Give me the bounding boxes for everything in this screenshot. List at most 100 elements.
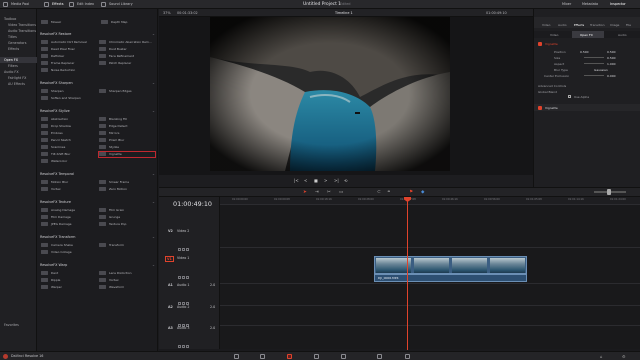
- use-alpha-checkbox[interactable]: [568, 95, 571, 98]
- fx-item[interactable]: Drop Shadow: [41, 124, 97, 129]
- fx-item[interactable]: Waveform: [99, 285, 155, 290]
- track-name-a3[interactable]: Audio 3: [177, 326, 190, 330]
- cut-page-icon[interactable]: [260, 354, 265, 359]
- playhead[interactable]: [407, 200, 408, 350]
- edit-index-button[interactable]: Edit Index: [77, 1, 94, 8]
- fx-item[interactable]: Prism Blur: [99, 138, 155, 143]
- track-controls-a2[interactable]: [178, 312, 192, 327]
- fx-section-title[interactable]: ResolveFX Temporal: [40, 172, 74, 176]
- track-controls-v2[interactable]: [178, 236, 192, 251]
- fx-item[interactable]: Analog Damage: [41, 208, 97, 213]
- fusion-page-icon[interactable]: [314, 354, 319, 359]
- track-code-v1[interactable]: V1: [165, 256, 174, 262]
- sound-library-button[interactable]: Sound Library: [109, 1, 133, 8]
- param-value-y[interactable]: 0.500: [607, 50, 616, 54]
- tree-item-audio-fx[interactable]: Audio FX: [4, 70, 19, 74]
- fx-item[interactable]: Sharpen Edges: [99, 89, 155, 94]
- tree-item-filters[interactable]: Filters: [8, 64, 18, 68]
- fx-item[interactable]: Mosaic: [41, 20, 61, 25]
- loop-button[interactable]: ⟲: [344, 178, 347, 183]
- inspector-tab-image[interactable]: Image: [610, 23, 619, 27]
- param-value[interactable]: 1.000: [607, 62, 616, 66]
- chevron-down-icon[interactable]: ⌄: [152, 235, 155, 239]
- tree-item-audio-transitions[interactable]: Audio Transitions: [8, 29, 36, 33]
- fx-section-title[interactable]: ResolveFX Transform: [40, 235, 75, 239]
- chevron-down-icon[interactable]: ⌄: [152, 200, 155, 204]
- fx-item[interactable]: Watercolor: [41, 159, 97, 164]
- fx-item[interactable]: Video Collage: [41, 250, 97, 255]
- color-page-icon[interactable]: [341, 354, 346, 359]
- tree-item-au-effects[interactable]: AU Effects: [8, 82, 25, 86]
- fx-item[interactable]: Dead Pixel Fixer: [41, 47, 97, 52]
- inspector-tab-video[interactable]: Video: [542, 23, 550, 27]
- tree-item-open-fx[interactable]: Open FX: [4, 58, 18, 62]
- fx-item[interactable]: Blanking Fill: [99, 117, 155, 122]
- metadata-button[interactable]: Metadata: [582, 1, 598, 8]
- fx-item[interactable]: Face Refinement: [99, 54, 155, 59]
- inspector-tab-file[interactable]: File: [626, 23, 631, 27]
- fx-item[interactable]: JPEG Damage: [41, 222, 97, 227]
- fx-item[interactable]: Sharpen: [41, 89, 97, 94]
- fx-item[interactable]: Tilt-Shift Blur: [41, 152, 97, 157]
- tree-item-fairlight-fx[interactable]: Fairlight FX: [8, 76, 26, 80]
- fx-item[interactable]: Noise Reduction: [41, 68, 97, 73]
- track-name-a2[interactable]: Audio 2: [177, 305, 190, 309]
- media-pool-icon[interactable]: [3, 2, 8, 7]
- fx-item[interactable]: Vignette: [98, 151, 156, 158]
- fx-item[interactable]: Transform: [99, 243, 155, 248]
- fx-item[interactable]: Motion Blur: [41, 180, 97, 185]
- edit-page-icon[interactable]: [287, 354, 292, 359]
- inspector-tab-transition[interactable]: Transition: [590, 23, 605, 27]
- fx-item[interactable]: Patch Replacer: [99, 61, 155, 66]
- track-name-a1[interactable]: Audio 1: [177, 283, 190, 287]
- fx-item[interactable]: Depth Map: [101, 20, 127, 25]
- mixer-button[interactable]: Mixer: [562, 1, 571, 8]
- effects-button[interactable]: Effects: [52, 1, 64, 8]
- fx-section-title[interactable]: ResolveFX Sharpen: [40, 81, 73, 85]
- zoom-slider-handle[interactable]: [607, 189, 611, 195]
- fx-item[interactable]: Dust Buster: [99, 47, 155, 52]
- fx-item[interactable]: Soften and Sharpen: [41, 96, 97, 101]
- chevron-down-icon[interactable]: ⌄: [152, 109, 155, 113]
- stop-button[interactable]: ■: [314, 178, 318, 183]
- last-frame-button[interactable]: >|: [334, 178, 339, 183]
- timeline-ruler[interactable]: 01:00:00:00 01:00:09:08 01:00:18:16 01:00:2…: [220, 197, 640, 205]
- fx-item[interactable]: Grunge: [99, 215, 155, 220]
- insert-clip-icon[interactable]: ▭: [339, 190, 343, 195]
- chevron-down-icon[interactable]: ⌄: [152, 172, 155, 176]
- deliver-page-icon[interactable]: [405, 354, 410, 359]
- fx-item[interactable]: Zero Motion: [99, 187, 155, 192]
- inspector-subtab-video[interactable]: Video: [550, 33, 558, 37]
- fx-item[interactable]: Deflicker: [41, 54, 97, 59]
- fx-item[interactable]: Automatic Dirt Removal: [41, 40, 97, 45]
- video-clip[interactable]: [374, 256, 527, 274]
- fx-item[interactable]: Lens Distortion: [99, 271, 155, 276]
- fx-item[interactable]: Frame Replacer: [41, 61, 97, 66]
- effect-group-title[interactable]: Vignette: [545, 42, 558, 46]
- edit-index-icon[interactable]: [69, 2, 74, 7]
- chevron-down-icon[interactable]: ⌄: [152, 81, 155, 85]
- inspector-tab-effects[interactable]: Effects: [574, 23, 584, 27]
- flag-icon[interactable]: ⚑: [409, 190, 413, 195]
- track-controls-a1[interactable]: [178, 290, 192, 305]
- fx-item[interactable]: Emboss: [41, 131, 97, 136]
- tree-item-titles[interactable]: Titles: [8, 35, 17, 39]
- fx-item[interactable]: Vortex: [99, 278, 155, 283]
- media-pool-button[interactable]: Media Pool: [11, 1, 29, 8]
- vignette-group-title[interactable]: Vignette: [545, 106, 558, 110]
- fairlight-page-icon[interactable]: [377, 354, 382, 359]
- fx-item[interactable]: Texture Pop: [99, 222, 155, 227]
- prev-frame-button[interactable]: <: [304, 178, 307, 183]
- inspector-subtab-audio[interactable]: Audio: [618, 33, 627, 37]
- fx-section-title[interactable]: ResolveFX Texture: [40, 200, 71, 204]
- inspector-subtab-openfx[interactable]: Open FX: [580, 33, 593, 37]
- fx-item[interactable]: Scanlines: [41, 145, 97, 150]
- effects-icon[interactable]: [44, 2, 49, 7]
- marker-icon[interactable]: ◆: [421, 190, 424, 195]
- blade-tool-icon[interactable]: ✂: [327, 190, 331, 195]
- inspector-button[interactable]: Inspector: [610, 1, 626, 8]
- param-value[interactable]: 0.500: [607, 56, 616, 60]
- fx-item[interactable]: Pencil Sketch: [41, 138, 97, 143]
- fx-section-title[interactable]: ResolveFX Warp: [40, 263, 67, 267]
- fx-item[interactable]: Vortex: [41, 187, 97, 192]
